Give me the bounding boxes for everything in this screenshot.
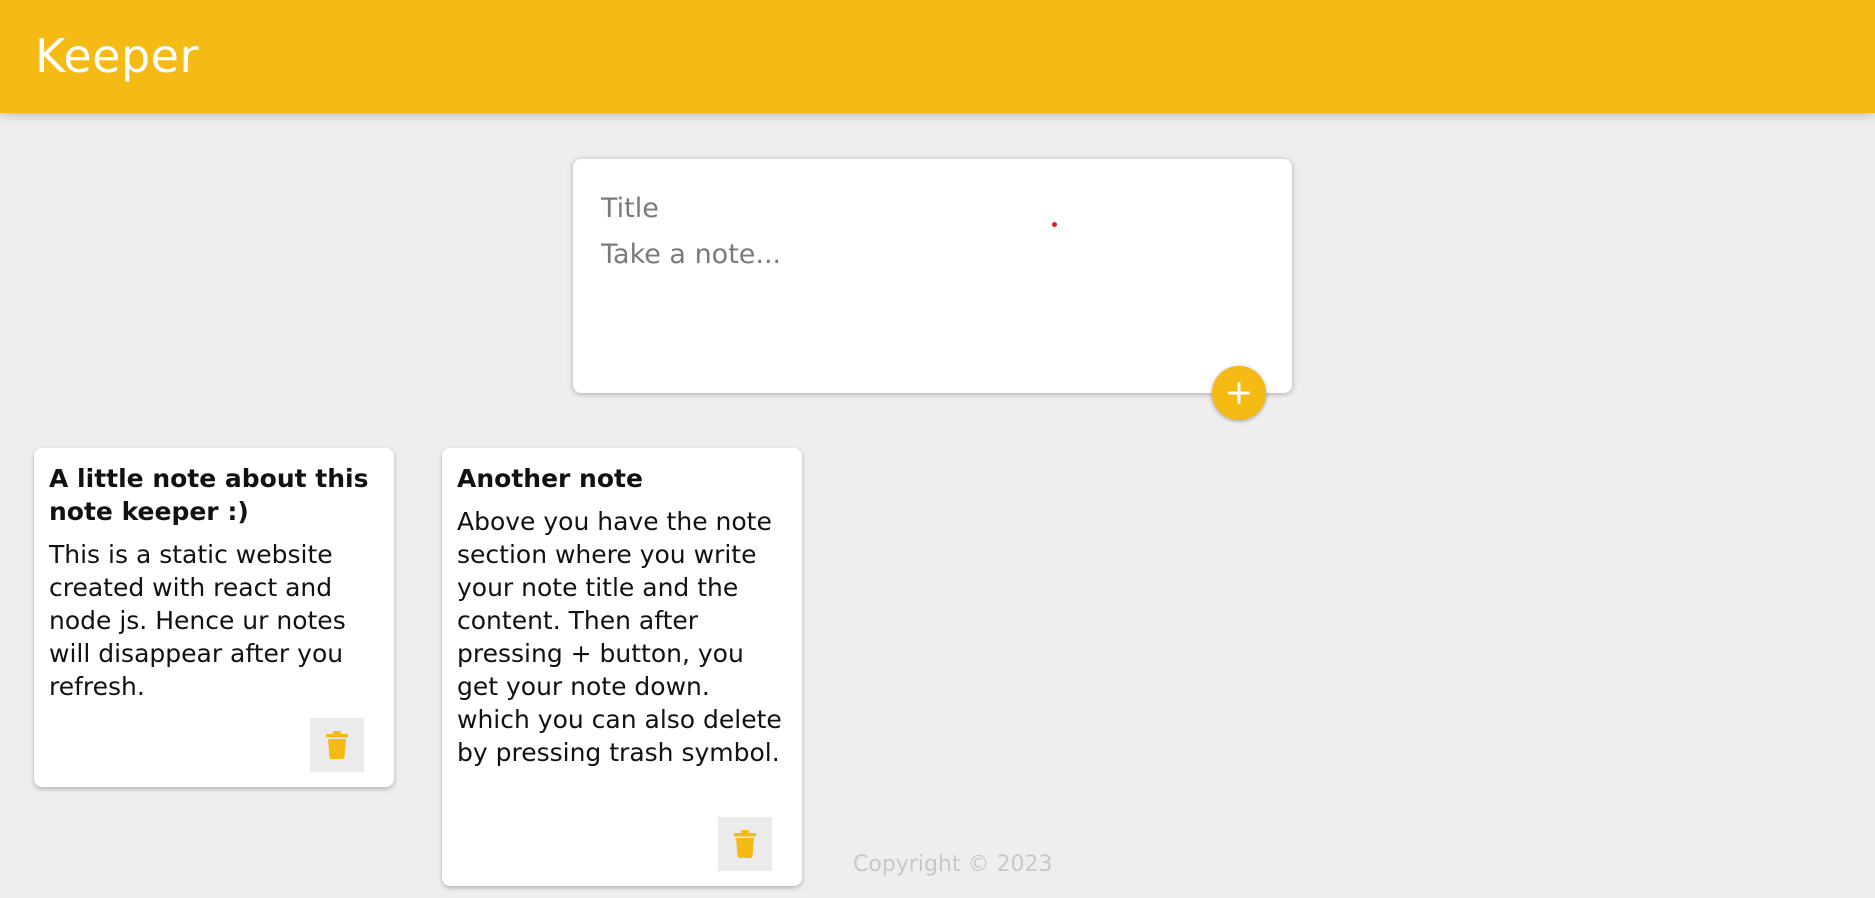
create-note-form (573, 159, 1292, 393)
note-content: Above you have the note section where yo… (457, 507, 790, 767)
copyright-footer: Copyright © 2023 (853, 852, 1053, 877)
app-logo: Keeper (35, 29, 199, 83)
trash-icon (326, 731, 348, 759)
note-card: Another note Above you have the note sec… (442, 448, 802, 886)
note-title-input[interactable] (601, 189, 1261, 227)
mouse-cursor-dot (1052, 222, 1057, 227)
app-header: Keeper (0, 0, 1875, 113)
trash-icon (734, 830, 756, 858)
note-title: Another note (457, 464, 643, 493)
plus-icon (1228, 382, 1250, 404)
note-content: This is a static website created with re… (49, 540, 354, 701)
note-content-input[interactable] (601, 236, 1261, 356)
note-title: A little note about this note keeper :) (49, 464, 369, 526)
delete-note-button[interactable] (718, 817, 772, 871)
note-card: A little note about this note keeper :) … (34, 448, 394, 787)
delete-note-button[interactable] (310, 718, 364, 772)
add-note-button[interactable] (1212, 366, 1266, 420)
